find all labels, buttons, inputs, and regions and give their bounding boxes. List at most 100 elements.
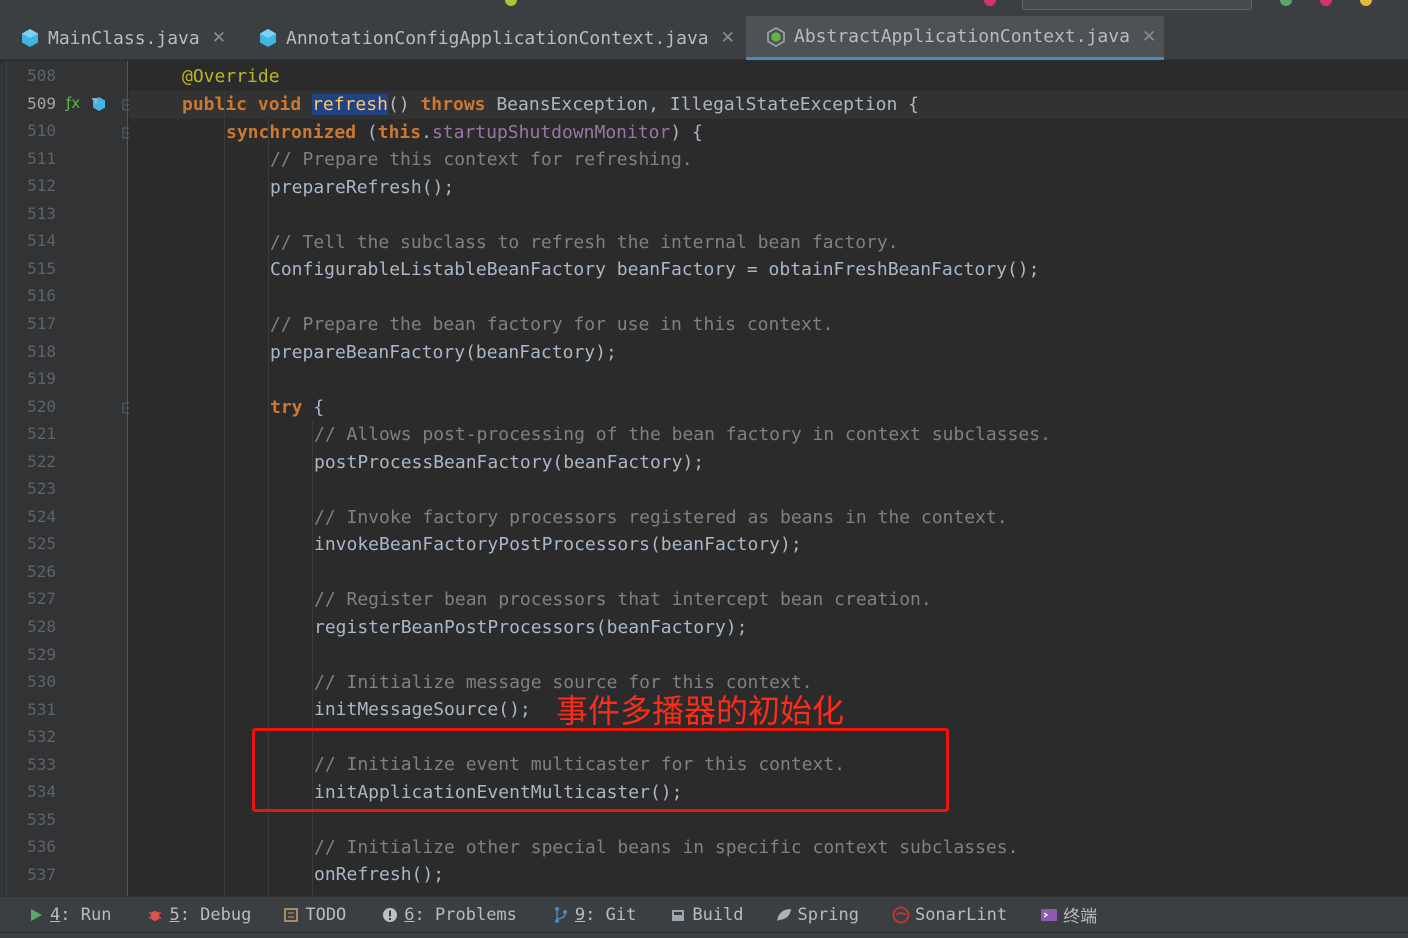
implemented-method-icon[interactable] bbox=[90, 95, 108, 113]
punctuation-token: ) { bbox=[670, 122, 703, 143]
java-class-icon bbox=[260, 29, 276, 47]
status-bar bbox=[0, 932, 1408, 938]
editor-tab-bar: MainClass.java ✕ AnnotationConfigApplica… bbox=[0, 16, 1408, 60]
tool-label: : Problems bbox=[414, 904, 517, 925]
spring-tool-button[interactable]: Spring bbox=[774, 897, 859, 933]
punctuation-token: () bbox=[387, 94, 410, 115]
line-number: 527 bbox=[27, 589, 56, 609]
tool-label: SonarLint bbox=[914, 904, 1008, 925]
red-highlight-box bbox=[252, 728, 949, 812]
toolbar-icon[interactable] bbox=[1360, 0, 1372, 6]
sonarlint-tool-button[interactable]: SonarLint bbox=[891, 897, 1007, 933]
terminal-tool-button[interactable]: 终端 bbox=[1039, 897, 1097, 933]
close-icon[interactable]: ✕ bbox=[721, 28, 735, 48]
close-icon[interactable]: ✕ bbox=[1142, 27, 1156, 47]
method-call-token: onRefresh bbox=[314, 864, 412, 885]
tool-window-bar: 4: Run 5: Debug TODO 6: Problems 9: Git … bbox=[0, 896, 1408, 932]
method-call-token: registerBeanPostProcessors bbox=[314, 617, 596, 638]
debug-tool-button[interactable]: 5: Debug bbox=[145, 897, 251, 933]
run-tool-button[interactable]: 4: Run bbox=[26, 897, 111, 933]
annotation-callout-text: 事件多播器的初始化 bbox=[556, 692, 845, 730]
line-number: 535 bbox=[27, 809, 56, 829]
method-call-token: postProcessBeanFactory bbox=[314, 452, 553, 473]
type-token: ConfigurableListableBeanFactory bbox=[270, 259, 606, 280]
tool-label: Build bbox=[692, 904, 744, 925]
toolbar-icon[interactable] bbox=[1320, 0, 1332, 6]
code-line-510: synchronized (this.startupShutdownMonito… bbox=[226, 119, 703, 147]
toolbar-icon[interactable] bbox=[984, 0, 996, 6]
line-number: 528 bbox=[27, 617, 56, 636]
debug-bug-icon bbox=[145, 905, 165, 925]
java-class-icon bbox=[22, 29, 38, 47]
code-line-518: prepareBeanFactory(beanFactory); bbox=[270, 339, 617, 367]
editor-gutter[interactable]: 508 509 510 511 512 513 514 515 516 517 518 519 520 5… bbox=[0, 61, 134, 896]
shortcut-number: 6 bbox=[404, 904, 415, 925]
code-line-527: // Register bean processors that interce… bbox=[314, 589, 932, 610]
toolbar-icon[interactable] bbox=[505, 0, 517, 6]
code-line-525: invokeBeanFactoryPostProcessors(beanFact… bbox=[314, 531, 802, 559]
build-tool-button[interactable]: Build bbox=[668, 897, 744, 933]
build-icon bbox=[668, 905, 688, 925]
punctuation-token: ( bbox=[366, 122, 378, 143]
problems-tool-button[interactable]: 6: Problems bbox=[380, 897, 517, 933]
annotation-token: @Override bbox=[182, 66, 280, 87]
line-number: 533 bbox=[27, 754, 56, 774]
punctuation-token: (beanFactory); bbox=[465, 342, 617, 363]
problems-icon bbox=[380, 905, 400, 925]
line-number: 509 bbox=[27, 93, 56, 113]
shortcut-number: 4 bbox=[50, 904, 61, 925]
todo-icon bbox=[281, 905, 301, 925]
line-number: 531 bbox=[27, 699, 56, 719]
keyword-token: synchronized bbox=[226, 122, 357, 143]
indent-guide bbox=[224, 91, 225, 896]
line-number: 537 bbox=[27, 864, 56, 884]
code-line-514: // Tell the subclass to refresh the inte… bbox=[270, 232, 899, 253]
line-number: 514 bbox=[27, 231, 56, 251]
line-number: 521 bbox=[27, 424, 56, 444]
close-icon[interactable]: ✕ bbox=[212, 28, 226, 48]
code-line-517: // Prepare the bean factory for use in t… bbox=[270, 314, 834, 335]
sonarlint-icon bbox=[891, 905, 911, 925]
toolbar-icon[interactable] bbox=[1280, 0, 1292, 6]
search-everywhere-box[interactable] bbox=[1022, 0, 1252, 10]
type-token: IllegalStateException bbox=[669, 94, 898, 115]
keyword-token: try bbox=[270, 397, 303, 418]
tab-abstractapplicationcontext[interactable]: AbstractApplicationContext.java ✕ bbox=[746, 16, 1164, 60]
override-marker-icon[interactable]: ƒx bbox=[66, 94, 80, 112]
line-number: 526 bbox=[27, 561, 56, 581]
punctuation-token: (); bbox=[498, 699, 531, 720]
line-number: 530 bbox=[27, 672, 56, 692]
code-line-528: registerBeanPostProcessors(beanFactory); bbox=[314, 614, 747, 642]
method-call-token: invokeBeanFactoryPostProcessors bbox=[314, 534, 650, 555]
variable-token: beanFactory = bbox=[605, 259, 769, 280]
method-call-token: prepareRefresh bbox=[270, 177, 422, 198]
punctuation-token: (beanFactory); bbox=[552, 452, 705, 473]
line-number: 524 bbox=[27, 506, 56, 526]
keyword-token: this bbox=[377, 122, 422, 143]
field-token: startupShutdownMonitor bbox=[431, 122, 671, 143]
tab-label: AnnotationConfigApplicationContext.java bbox=[286, 27, 709, 49]
tab-annotationconfigapplicationcontext[interactable]: AnnotationConfigApplicationContext.java … bbox=[238, 16, 746, 60]
code-line-537: onRefresh(); bbox=[314, 861, 444, 889]
shortcut-number: 5 bbox=[169, 904, 180, 925]
todo-tool-button[interactable]: TODO bbox=[281, 897, 346, 933]
code-line-509: public void refresh() throws BeansExcept… bbox=[182, 91, 919, 119]
punctuation-token: , bbox=[648, 94, 659, 115]
tool-label: : Debug bbox=[179, 904, 252, 925]
method-call-token: prepareBeanFactory bbox=[270, 342, 466, 363]
terminal-icon bbox=[1039, 905, 1059, 925]
method-call-token: initMessageSource bbox=[314, 699, 499, 720]
keyword-token: public bbox=[182, 94, 248, 115]
keyword-token: throws bbox=[420, 94, 486, 115]
tab-mainclass[interactable]: MainClass.java ✕ bbox=[0, 16, 238, 60]
punctuation-token: { bbox=[302, 397, 325, 418]
punctuation-token: (beanFactory); bbox=[595, 617, 748, 638]
spring-leaf-icon bbox=[774, 905, 794, 925]
punctuation-token: { bbox=[908, 94, 920, 115]
line-number: 522 bbox=[27, 451, 56, 471]
git-tool-button[interactable]: 9: Git bbox=[551, 897, 636, 933]
code-line-536: // Initialize other special beans in spe… bbox=[314, 837, 1019, 858]
tool-label: TODO bbox=[305, 904, 347, 925]
line-number: 515 bbox=[27, 258, 56, 278]
tool-label: 终端 bbox=[1063, 907, 1098, 927]
